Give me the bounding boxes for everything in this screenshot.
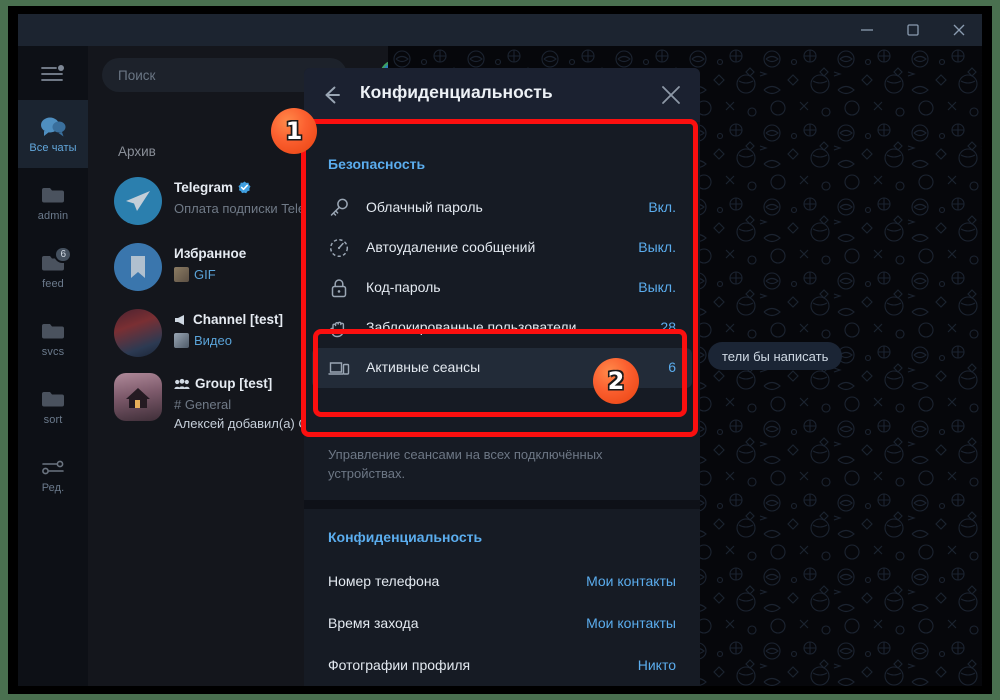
chat-preview: Оплата подписки Telegr xyxy=(174,201,317,216)
chat-title: Channel [test] xyxy=(174,312,283,327)
settings-row-label: Код-пароль xyxy=(366,279,441,295)
sidebar-item-svcs[interactable]: svcs xyxy=(18,304,88,372)
privacy-settings-panel: Конфиденциальность Безопасность Облачный… xyxy=(304,68,700,686)
privacy-row-label: Фотографии профиля xyxy=(328,657,471,673)
window-titlebar xyxy=(18,14,982,46)
folders-rail: Все чаты admin 6 feed svcs sort Ред. xyxy=(18,46,88,686)
privacy-row-phone-number[interactable]: Номер телефона Мои контакты xyxy=(312,561,692,603)
privacy-row-value: Никто xyxy=(637,657,676,673)
folder-icon xyxy=(39,318,67,344)
privacy-row-label: Номер телефона xyxy=(328,573,440,589)
sidebar-item-label: sort xyxy=(43,414,63,426)
mountain-photo-avatar xyxy=(114,309,162,357)
chat-topic-text: # General xyxy=(174,397,232,412)
folder-icon xyxy=(39,386,67,412)
chat-title-text: Group [test] xyxy=(195,376,273,391)
close-icon[interactable] xyxy=(660,84,682,106)
chat-title-text: Избранное xyxy=(174,246,247,261)
maximize-button[interactable] xyxy=(890,14,936,46)
privacy-row-label: Время захода xyxy=(328,615,419,631)
annotation-badge-2: 2 xyxy=(593,358,639,404)
chats-bubbles-icon xyxy=(39,114,67,140)
section-heading: Конфиденциальность xyxy=(328,529,483,545)
sidebar-unread-badge: 6 xyxy=(54,246,72,263)
settings-row-label: Заблокированные пользователи xyxy=(366,319,577,335)
settings-row-value: Вкл. xyxy=(648,199,676,215)
sidebar-item-label: feed xyxy=(42,278,64,290)
settings-row-cloud-password[interactable]: Облачный пароль Вкл. xyxy=(312,188,692,228)
chat-title-text: Telegram xyxy=(174,180,234,195)
sidebar-item-admin[interactable]: admin xyxy=(18,168,88,236)
telegram-window: Все чаты admin 6 feed svcs sort Ред. Пои… xyxy=(18,14,982,686)
chat-preview: Видео xyxy=(174,333,232,348)
timer-icon xyxy=(328,237,350,259)
settings-row-value: 28 xyxy=(660,319,676,335)
settings-row-label: Автоудаление сообщений xyxy=(366,239,536,255)
settings-row-value: Выкл. xyxy=(638,279,676,295)
privacy-row-value: Мои контакты xyxy=(586,615,676,631)
video-thumbnail xyxy=(174,333,189,348)
settings-row-value: Выкл. xyxy=(638,239,676,255)
search-placeholder: Поиск xyxy=(118,67,156,83)
group-people-icon xyxy=(174,378,190,389)
chat-preview-text: Алексей добавил(а) Сем xyxy=(174,416,324,431)
sidebar-item-label: Все чаты xyxy=(29,142,77,154)
archive-label[interactable]: Архив xyxy=(118,144,156,159)
telegram-logo-avatar xyxy=(114,177,162,225)
privacy-row-last-seen[interactable]: Время захода Мои контакты xyxy=(312,603,692,645)
arrow-left-icon[interactable] xyxy=(320,83,344,107)
chat-preview-text: Оплата подписки Telegr xyxy=(174,201,317,216)
lock-icon xyxy=(328,277,350,299)
settings-row-value: 6 xyxy=(668,359,676,375)
settings-row-passcode[interactable]: Код-пароль Выкл. xyxy=(312,268,692,308)
sessions-help-text: Управление сеансами на всех подключённых… xyxy=(328,447,603,481)
minimize-button[interactable] xyxy=(844,14,890,46)
key-icon xyxy=(328,197,350,219)
hamburger-menu-icon[interactable] xyxy=(18,46,88,100)
privacy-row-value: Мои контакты xyxy=(586,573,676,589)
chat-preview-text: GIF xyxy=(194,267,216,282)
security-section: Безопасность Облачный пароль Вкл. Автоуд… xyxy=(304,122,700,462)
panel-header: Конфиденциальность xyxy=(304,68,700,122)
hand-stop-icon xyxy=(328,317,350,339)
chat-topic: # General xyxy=(174,397,231,412)
section-divider xyxy=(304,500,700,509)
sliders-edit-icon xyxy=(39,454,67,480)
screenshot-frame: Все чаты admin 6 feed svcs sort Ред. Пои… xyxy=(0,0,1000,700)
annotation-badge-1: 1 xyxy=(271,108,317,154)
chat-title-text: Channel [test] xyxy=(193,312,284,327)
bookmark-avatar xyxy=(114,243,162,291)
folder-icon xyxy=(39,182,67,208)
chat-title: Избранное xyxy=(174,246,246,261)
sidebar-item-all-chats[interactable]: Все чаты xyxy=(18,100,88,168)
settings-row-label: Облачный пароль xyxy=(366,199,483,215)
message-bubble[interactable]: тели бы написать xyxy=(708,342,843,370)
sidebar-item-edit-folders[interactable]: Ред. xyxy=(18,440,88,508)
cabin-photo-avatar xyxy=(114,373,162,421)
close-window-button[interactable] xyxy=(936,14,982,46)
chat-preview: GIF xyxy=(174,267,216,282)
megaphone-icon xyxy=(175,314,184,325)
devices-icon xyxy=(328,357,350,379)
settings-row-auto-delete[interactable]: Автоудаление сообщений Выкл. xyxy=(312,228,692,268)
sidebar-item-label: svcs xyxy=(41,346,65,358)
sidebar-item-feed[interactable]: 6 feed xyxy=(18,236,88,304)
chat-title: Group [test] xyxy=(174,376,272,391)
section-heading: Безопасность xyxy=(328,156,426,172)
settings-row-label: Активные сеансы xyxy=(366,359,481,375)
privacy-row-profile-photos[interactable]: Фотографии профиля Никто xyxy=(312,645,692,686)
chat-title: Telegram xyxy=(174,180,251,195)
settings-row-blocked-users[interactable]: Заблокированные пользователи 28 xyxy=(312,308,692,348)
sidebar-item-label: Ред. xyxy=(41,482,65,494)
chat-preview-text: Видео xyxy=(194,333,232,348)
sidebar-item-label: admin xyxy=(37,210,69,222)
verified-badge-icon xyxy=(238,181,251,194)
page-title: Конфиденциальность xyxy=(360,82,553,102)
folder-icon: 6 xyxy=(39,246,72,276)
sidebar-item-sort[interactable]: sort xyxy=(18,372,88,440)
gif-thumbnail xyxy=(174,267,189,282)
